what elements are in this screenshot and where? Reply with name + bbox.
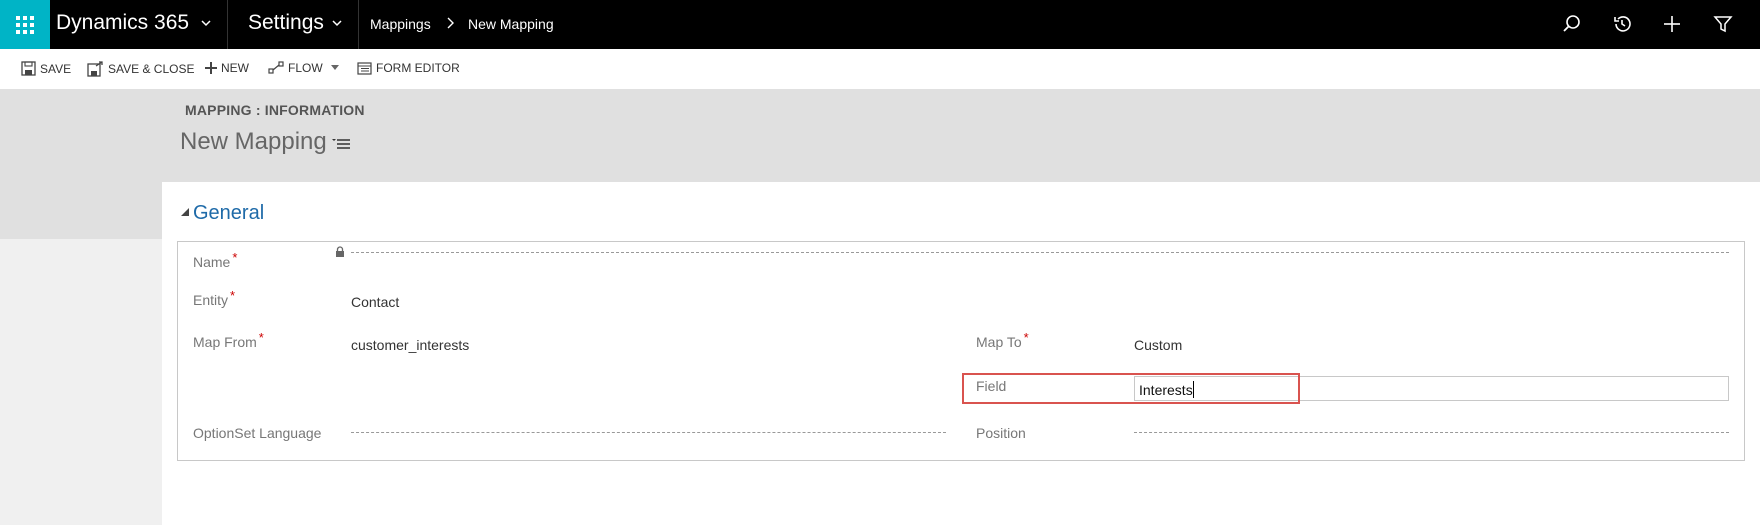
left-panel-lower — [0, 239, 162, 525]
lock-icon — [336, 246, 344, 257]
chevron-down-icon[interactable] — [200, 17, 212, 29]
divider — [227, 0, 228, 49]
map-from-label: Map From * — [193, 330, 264, 350]
save-and-close-button[interactable]: SAVE & CLOSE — [87, 61, 194, 77]
chevron-down-icon[interactable] — [331, 17, 343, 29]
required-marker: * — [230, 288, 236, 303]
flow-button[interactable]: FLOW — [268, 61, 339, 75]
area-switcher[interactable]: Settings — [248, 11, 324, 35]
name-field[interactable] — [351, 252, 1729, 253]
position-label: Position — [976, 425, 1026, 441]
left-panel — [0, 182, 162, 239]
save-label: SAVE — [40, 61, 72, 76]
breadcrumb-new-mapping[interactable]: New Mapping — [468, 16, 554, 32]
search-icon[interactable] — [1562, 14, 1582, 34]
filter-icon[interactable] — [1713, 14, 1733, 34]
app-launcher-icon[interactable] — [0, 0, 50, 49]
map-to-label: Map To * — [976, 330, 1029, 350]
map-to-value[interactable]: Custom — [1134, 337, 1182, 353]
form-editor-label: FORM EDITOR — [376, 61, 460, 75]
form-editor-button[interactable]: FORM EDITOR — [357, 61, 460, 75]
position-field[interactable] — [1134, 432, 1729, 433]
name-label: Name * — [193, 250, 238, 270]
map-from-value[interactable]: customer_interests — [351, 337, 469, 353]
history-icon[interactable] — [1612, 14, 1632, 34]
plus-icon[interactable] — [1662, 14, 1682, 34]
record-menu-icon[interactable] — [332, 137, 350, 151]
new-label: NEW — [221, 61, 249, 75]
optionset-language-field[interactable] — [351, 432, 946, 433]
divider — [358, 0, 359, 49]
section-title-general[interactable]: General — [193, 202, 264, 225]
required-marker: * — [1023, 330, 1029, 345]
entity-value[interactable]: Contact — [351, 294, 399, 310]
command-bar: SAVE SAVE & CLOSE NEW FLOW FORM EDITOR — [0, 49, 1760, 89]
caret-down-icon — [330, 65, 339, 70]
save-close-label: SAVE & CLOSE — [108, 62, 195, 76]
flow-label: FLOW — [288, 61, 323, 75]
new-button[interactable]: NEW — [205, 61, 249, 75]
highlight-box — [962, 373, 1300, 404]
top-nav-bar: Dynamics 365 Settings Mappings New Mappi… — [0, 0, 1760, 49]
form-editor-icon — [357, 61, 372, 75]
record-title: New Mapping — [180, 128, 327, 155]
save-icon — [21, 61, 36, 76]
save-button[interactable]: SAVE — [21, 61, 71, 76]
required-marker: * — [232, 250, 238, 265]
optionset-language-label: OptionSet Language — [193, 425, 322, 441]
breadcrumb-mappings[interactable]: Mappings — [370, 16, 431, 32]
collapse-triangle-icon[interactable] — [181, 208, 189, 216]
form-selector[interactable]: MAPPING : INFORMATION — [185, 102, 365, 118]
save-close-icon — [87, 61, 103, 77]
plus-icon — [205, 62, 217, 74]
required-marker: * — [258, 330, 264, 345]
entity-label: Entity * — [193, 288, 236, 308]
app-name[interactable]: Dynamics 365 — [56, 11, 189, 35]
flow-icon — [268, 61, 284, 74]
chevron-right-icon — [447, 17, 454, 29]
